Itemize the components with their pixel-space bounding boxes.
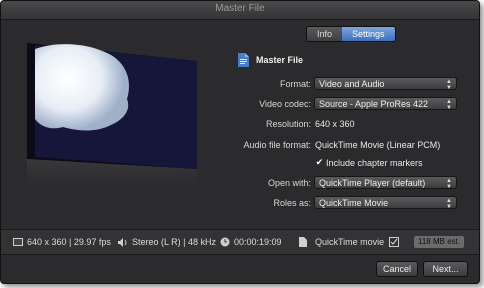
video-codec-select[interactable]: Source - Apple ProRes 422 ▲ ▼ <box>314 97 457 111</box>
audio-format-label: Audio file format: <box>243 140 311 150</box>
format-summary-text: QuickTime movie <box>315 237 385 247</box>
film-icon <box>13 238 23 246</box>
format-label: Format: <box>279 79 311 89</box>
document-icon <box>238 53 249 67</box>
open-with-row: Open with: QuickTime Player (default) ▲ ▼ <box>1 176 479 190</box>
tab-settings[interactable]: Settings <box>342 27 395 41</box>
file-header: Master File <box>238 53 303 67</box>
speaker-icon <box>118 237 127 247</box>
audio-format-value: QuickTime Movie (Linear PCM) <box>315 140 441 150</box>
checklist-summary <box>389 236 403 248</box>
format-select[interactable]: Video and Audio ▲ ▼ <box>314 77 457 91</box>
stepper-arrows-icon: ▲ ▼ <box>446 79 452 91</box>
tab-group: Info Settings <box>306 26 396 42</box>
format-row: Format: Video and Audio ▲ ▼ <box>1 77 479 91</box>
open-with-label: Open with: <box>267 178 311 188</box>
summary-bar: 640 x 360 | 29.97 fps Stereo (L R) | 48 … <box>1 229 479 255</box>
video-summary-text: 640 x 360 | 29.97 fps <box>27 237 111 247</box>
video-codec-value: Source - Apple ProRes 422 <box>319 99 429 109</box>
chapter-markers-checkbox[interactable]: ✔ <box>315 158 324 167</box>
audio-summary: Stereo (L R) | 48 kHz <box>118 236 216 248</box>
audio-summary-text: Stereo (L R) | 48 kHz <box>132 237 217 247</box>
title-bar: Master File <box>1 1 479 20</box>
window-title: Master File <box>215 3 265 14</box>
clock-icon <box>220 237 230 247</box>
roles-as-row: Roles as: QuickTime Movie ▲ ▼ <box>1 196 479 210</box>
file-icon <box>299 237 307 247</box>
file-name: Master File <box>256 55 304 65</box>
stepper-arrows-icon: ▲ ▼ <box>446 198 452 210</box>
duration-text: 00:00:19:09 <box>234 237 282 247</box>
size-estimate-badge: 118 MB est. <box>414 236 465 248</box>
duration-summary: 00:00:19:09 <box>220 236 282 248</box>
stepper-arrows-icon: ▲ ▼ <box>446 99 452 111</box>
chapter-markers-label: Include chapter markers <box>326 158 423 168</box>
checklist-icon <box>389 237 399 247</box>
resolution-value: 640 x 360 <box>315 119 355 129</box>
roles-as-value: QuickTime Movie <box>319 198 389 208</box>
roles-as-label: Roles as: <box>273 198 311 208</box>
video-codec-label: Video codec: <box>259 99 311 109</box>
roles-as-select[interactable]: QuickTime Movie ▲ ▼ <box>314 196 457 210</box>
format-value: Video and Audio <box>319 79 385 89</box>
video-summary: 640 x 360 | 29.97 fps <box>13 236 111 248</box>
stepper-arrows-icon: ▲ ▼ <box>446 178 452 190</box>
chapter-markers-row: ✔ Include chapter markers <box>1 156 479 170</box>
open-with-value: QuickTime Player (default) <box>319 178 426 188</box>
audio-format-row: Audio file format: QuickTime Movie (Line… <box>1 138 479 152</box>
share-dialog: Master File Info Settings Master File Fo… <box>0 0 480 284</box>
tab-info[interactable]: Info <box>307 27 343 41</box>
cancel-button[interactable]: Cancel <box>376 261 418 277</box>
resolution-label: Resolution: <box>265 119 311 129</box>
open-with-select[interactable]: QuickTime Player (default) ▲ ▼ <box>314 176 457 190</box>
next-button[interactable]: Next... <box>423 261 468 277</box>
resolution-row: Resolution: 640 x 360 <box>1 117 479 131</box>
format-summary: QuickTime movie <box>299 236 384 248</box>
video-codec-row: Video codec: Source - Apple ProRes 422 ▲… <box>1 97 479 111</box>
